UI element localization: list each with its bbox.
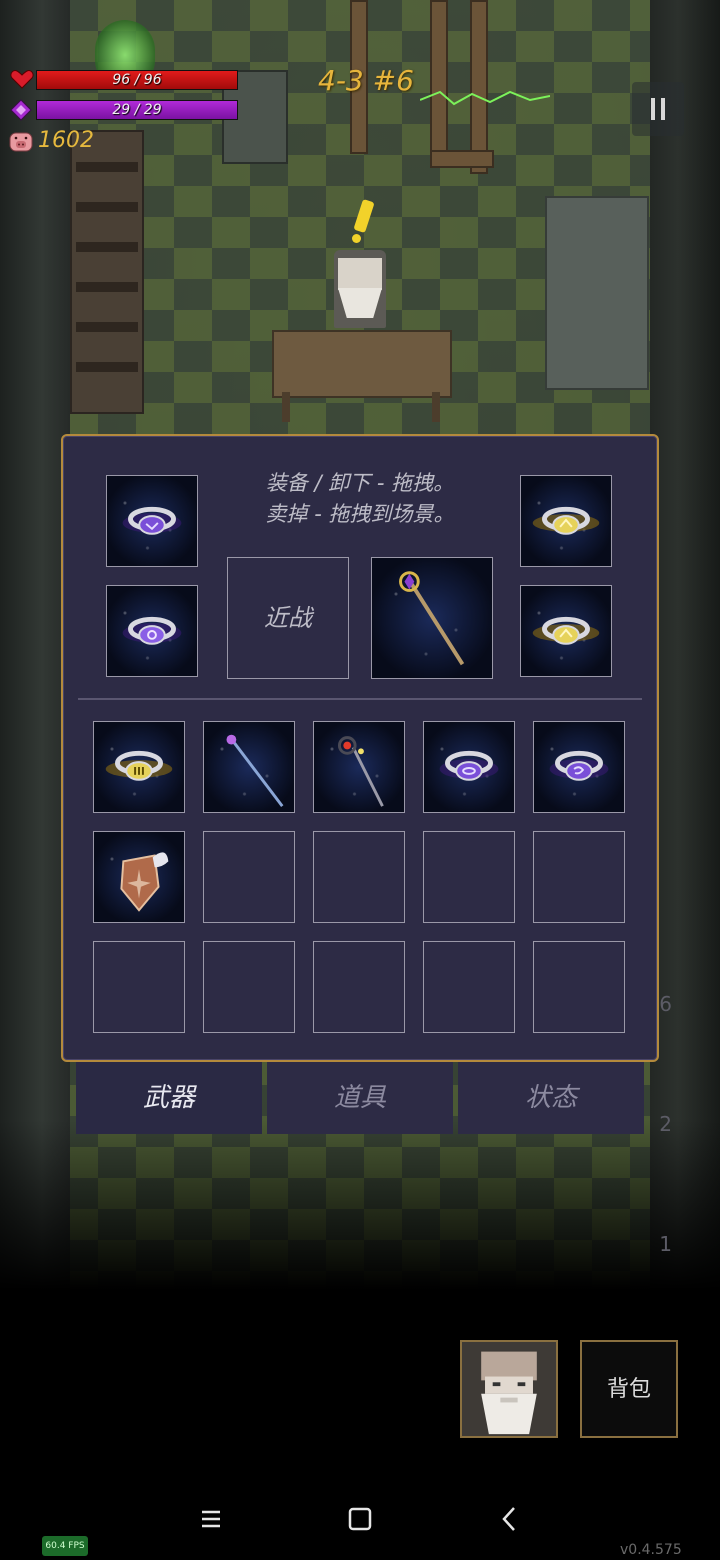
menu-icon[interactable]: [190, 1502, 230, 1536]
inventory-slot-empty[interactable]: [203, 941, 295, 1033]
inventory-slot[interactable]: [203, 721, 295, 813]
character-portrait-button[interactable]: [460, 1340, 558, 1438]
bookshelf: [70, 130, 144, 414]
winged-shield-icon: [120, 852, 169, 912]
equip-ring-slot-2[interactable]: [106, 585, 198, 677]
inventory-slot-empty[interactable]: [533, 941, 625, 1033]
blue-staff-icon: [226, 734, 284, 808]
table-leg: [282, 392, 290, 422]
inventory-slot[interactable]: [93, 831, 185, 923]
left-wall: [0, 0, 70, 1290]
inventory-slot-empty[interactable]: [423, 941, 515, 1033]
panel-tabs: 武器 道具 状态: [76, 1062, 644, 1134]
shop-table: [272, 330, 452, 398]
pause-button[interactable]: [632, 82, 684, 136]
pause-icon: [661, 98, 665, 120]
purple-sign-ring-icon: [549, 750, 609, 781]
pause-icon: [651, 98, 655, 120]
gold-count: 1602: [38, 128, 94, 153]
melee-slot[interactable]: 近战: [227, 557, 349, 679]
hint-sell: 卖掉 - 拖拽到场景。: [265, 502, 455, 526]
melee-slot-label: 近战: [264, 604, 312, 632]
inventory-slot-empty[interactable]: [313, 831, 405, 923]
dark-staff-icon: [337, 736, 384, 807]
panel-divider: [78, 698, 642, 700]
wizard-portrait-icon: [462, 1342, 556, 1436]
mp-bar: 29 / 29: [36, 100, 238, 120]
purple-eye-ring-icon: [439, 750, 499, 781]
bag-button[interactable]: 背包: [580, 1340, 678, 1438]
hp-bar: 96 / 96: [36, 70, 238, 90]
mana-diamond-icon: [10, 99, 32, 121]
scene-fade: [0, 1120, 720, 1290]
inventory-slot-empty[interactable]: [93, 941, 185, 1033]
version-label: v0.4.575: [620, 1542, 682, 1558]
hint-equip: 装备 / 卸下 - 拖拽。: [265, 471, 455, 495]
inventory-slot[interactable]: [93, 721, 185, 813]
purple-flower-ring-icon: [122, 616, 182, 645]
electric-spark: [420, 90, 550, 106]
inventory-slot-empty[interactable]: [423, 831, 515, 923]
yellow-ring-icon: [105, 750, 173, 781]
yellow-shell-ring-icon: [532, 616, 600, 645]
purple-ring-icon: [122, 506, 182, 535]
equip-ring-slot-4[interactable]: [520, 585, 612, 677]
tab-weapons[interactable]: 武器: [76, 1062, 262, 1134]
side-counter: 2: [659, 1112, 672, 1136]
golden-staff-icon: [399, 571, 465, 666]
inventory-slot-empty[interactable]: [313, 941, 405, 1033]
side-counter: 1: [659, 1232, 672, 1256]
inventory-slot-empty[interactable]: [203, 831, 295, 923]
alchemy-station: [545, 196, 649, 390]
pig-coin-icon: [9, 132, 33, 152]
exclamation-dot: [352, 234, 361, 243]
back-icon[interactable]: [490, 1502, 530, 1536]
hp-text: 96 / 96: [112, 72, 162, 88]
weapon-slot[interactable]: [371, 557, 493, 679]
yellow-shell-ring-icon: [532, 506, 600, 535]
equip-hint: 装备 / 卸下 - 拖拽。 卖掉 - 拖拽到场景。: [214, 468, 506, 530]
equip-ring-slot-3[interactable]: [520, 475, 612, 567]
level-indicator: 4-3 #6: [318, 64, 414, 97]
inventory-slot[interactable]: [313, 721, 405, 813]
tab-items[interactable]: 道具: [267, 1062, 453, 1134]
equip-ring-slot-1[interactable]: [106, 475, 198, 567]
right-wall: [650, 0, 720, 1290]
mp-text: 29 / 29: [112, 102, 162, 118]
table-leg: [432, 392, 440, 422]
inventory-slot[interactable]: [423, 721, 515, 813]
npc-face: [338, 258, 382, 290]
heart-icon: [10, 70, 34, 89]
inventory-slot-empty[interactable]: [533, 831, 625, 923]
home-icon[interactable]: [340, 1502, 380, 1536]
fps-counter: 60.4 FPS: [42, 1536, 88, 1556]
tab-status[interactable]: 状态: [458, 1062, 644, 1134]
system-navigation-bar: [0, 1480, 720, 1560]
side-counter: 6: [659, 992, 672, 1016]
inventory-slot[interactable]: [533, 721, 625, 813]
